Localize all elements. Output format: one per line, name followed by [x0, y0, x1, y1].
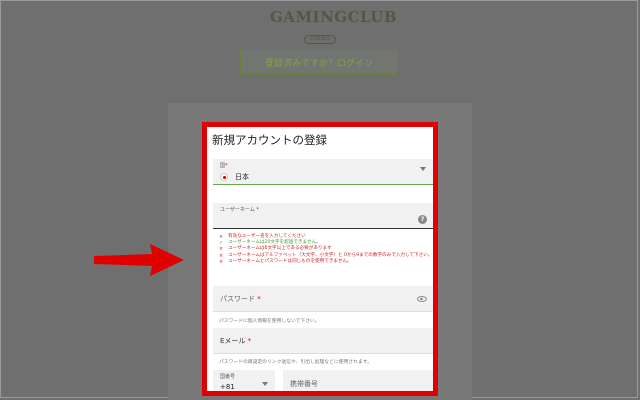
registration-card: 新規アカウントの登録 国* 日本 ユーザーネーム * ? × 有効なユーザー名を入… — [202, 122, 438, 396]
email-hint: パスワードの再設定のリンク送信や、引出し処理などに使用されます。 — [219, 360, 372, 365]
email-label: Eメール * — [220, 337, 252, 345]
email-field[interactable]: Eメール * — [213, 328, 433, 354]
chevron-down-icon — [262, 382, 268, 386]
arrow-icon — [94, 244, 184, 276]
chevron-down-icon — [420, 167, 426, 171]
phone-input[interactable]: 携帯番号 — [283, 370, 433, 391]
site-logo[interactable]: GAMINGCLUB CASINO — [270, 8, 398, 44]
flag-icon — [220, 173, 228, 181]
password-field[interactable]: パスワード * — [213, 286, 433, 312]
eye-icon[interactable] — [417, 296, 427, 302]
country-label: 国* — [220, 163, 228, 169]
country-select[interactable]: 国* 日本 — [213, 159, 433, 185]
phone-placeholder: 携帯番号 — [290, 380, 318, 388]
username-label: ユーザーネーム * — [220, 207, 259, 213]
help-icon[interactable]: ? — [418, 215, 427, 224]
phone-code-select[interactable]: 国番号 +81 — [213, 370, 275, 391]
form-title: 新規アカウントの登録 — [212, 133, 327, 147]
phone-code-label: 国番号 — [220, 374, 236, 380]
phone-code-value: +81 — [220, 383, 235, 391]
username-rules: × 有効なユーザー名を入力してください ✓ ユーザーネームは20文字を超過できません… — [219, 234, 433, 265]
password-label: パスワード * — [220, 295, 261, 303]
logo-subtext: CASINO — [304, 35, 336, 44]
country-value: 日本 — [235, 173, 249, 181]
login-button[interactable]: 登録済みですか？ログイン — [240, 49, 398, 75]
username-field[interactable]: ユーザーネーム * ? — [213, 203, 433, 229]
password-hint: パスワードに個人情報を使用しないで下さい。 — [219, 319, 320, 324]
rule-item: × ユーザーネームとパスワードは同じものを使用できません。 — [219, 258, 352, 265]
logo-text: GAMINGCLUB — [270, 8, 398, 26]
